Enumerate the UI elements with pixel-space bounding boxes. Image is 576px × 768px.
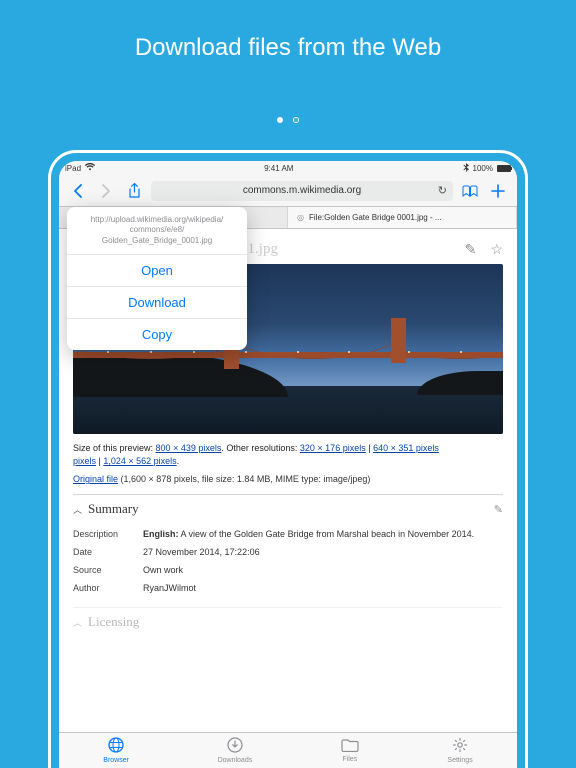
download-icon xyxy=(227,737,243,756)
tab-downloads[interactable]: Downloads xyxy=(218,737,253,764)
page-dot-1 xyxy=(277,117,283,123)
preview-resolutions: Size of this preview: 800 × 439 pixels. … xyxy=(73,442,503,468)
tab-label: File:Golden Gate Bridge 0001.jpg - ... xyxy=(309,213,442,222)
bluetooth-icon xyxy=(463,163,469,174)
forward-button[interactable] xyxy=(95,180,117,202)
popover-url-preview: http://upload.wikimedia.org/wikipedia/ c… xyxy=(67,207,247,255)
wifi-icon xyxy=(85,163,95,173)
link-res-1024[interactable]: 1,024 × 562 pixels xyxy=(103,456,176,466)
star-icon[interactable]: ☆ xyxy=(490,241,503,258)
bottom-tab-bar: Browser Downloads Files Settings xyxy=(59,732,517,768)
share-button[interactable] xyxy=(123,180,145,202)
promo-headline: Download files from the Web xyxy=(0,0,576,62)
favicon-icon: ◎ xyxy=(296,213,305,222)
gear-icon xyxy=(452,737,468,756)
bookmarks-button[interactable] xyxy=(459,180,481,202)
link-res-pixels-prefix[interactable]: pixels xyxy=(73,456,96,466)
tab-file[interactable]: ◎ File:Golden Gate Bridge 0001.jpg - ... xyxy=(288,207,517,228)
status-time: 9:41 AM xyxy=(264,164,293,173)
url-bar[interactable]: commons.m.wikimedia.org ↻ xyxy=(151,181,453,201)
original-file-line: Original file (1,600 × 878 pixels, file … xyxy=(73,474,503,484)
tab-browser[interactable]: Browser xyxy=(103,737,129,764)
status-bar: iPad 9:41 AM 100% xyxy=(59,161,517,175)
page-indicator xyxy=(0,110,576,128)
link-original-file[interactable]: Original file xyxy=(73,474,118,484)
table-row: AuthorRyanJWilmot xyxy=(73,579,482,597)
section-summary: ︿ Summary ✎ DescriptionEnglish: A view of… xyxy=(73,494,503,597)
url-host: commons.m.wikimedia.org xyxy=(243,185,361,196)
reload-icon[interactable]: ↻ xyxy=(438,184,447,197)
globe-icon xyxy=(108,737,124,756)
status-carrier: iPad xyxy=(65,164,81,173)
status-battery-pct: 100% xyxy=(473,164,493,173)
link-res-320[interactable]: 320 × 176 pixels xyxy=(300,443,366,453)
table-row: Date27 November 2014, 17:22:06 xyxy=(73,543,482,561)
browser-toolbar: commons.m.wikimedia.org ↻ xyxy=(59,175,517,207)
table-row: DescriptionEnglish: A view of the Golden… xyxy=(73,525,482,543)
caret-up-icon[interactable]: ︿ xyxy=(73,503,82,516)
tab-settings[interactable]: Settings xyxy=(447,737,472,764)
new-tab-button[interactable] xyxy=(487,180,509,202)
edit-icon[interactable]: ✎ xyxy=(465,241,477,258)
menu-item-copy[interactable]: Copy xyxy=(67,319,247,350)
menu-item-open[interactable]: Open xyxy=(67,255,247,287)
tab-files[interactable]: Files xyxy=(341,738,359,763)
link-res-800[interactable]: 800 × 439 pixels xyxy=(156,443,222,453)
summary-table: DescriptionEnglish: A view of the Golden… xyxy=(73,525,482,597)
summary-heading: Summary xyxy=(88,501,139,517)
page-dot-2 xyxy=(293,117,299,123)
caret-up-icon[interactable]: ︿ xyxy=(73,616,82,629)
link-res-640[interactable]: 640 × 351 pixels xyxy=(373,443,439,453)
device-frame: iPad 9:41 AM 100% xyxy=(48,150,528,768)
battery-icon xyxy=(497,165,511,172)
share-popover: http://upload.wikimedia.org/wikipedia/ c… xyxy=(67,207,247,350)
menu-item-download[interactable]: Download xyxy=(67,287,247,319)
back-button[interactable] xyxy=(67,180,89,202)
edit-icon[interactable]: ✎ xyxy=(494,503,503,516)
licensing-heading: Licensing xyxy=(88,614,139,630)
section-licensing: ︿ Licensing xyxy=(73,607,503,630)
folder-icon xyxy=(341,738,359,755)
table-row: SourceOwn work xyxy=(73,561,482,579)
device-screen: iPad 9:41 AM 100% xyxy=(59,161,517,768)
